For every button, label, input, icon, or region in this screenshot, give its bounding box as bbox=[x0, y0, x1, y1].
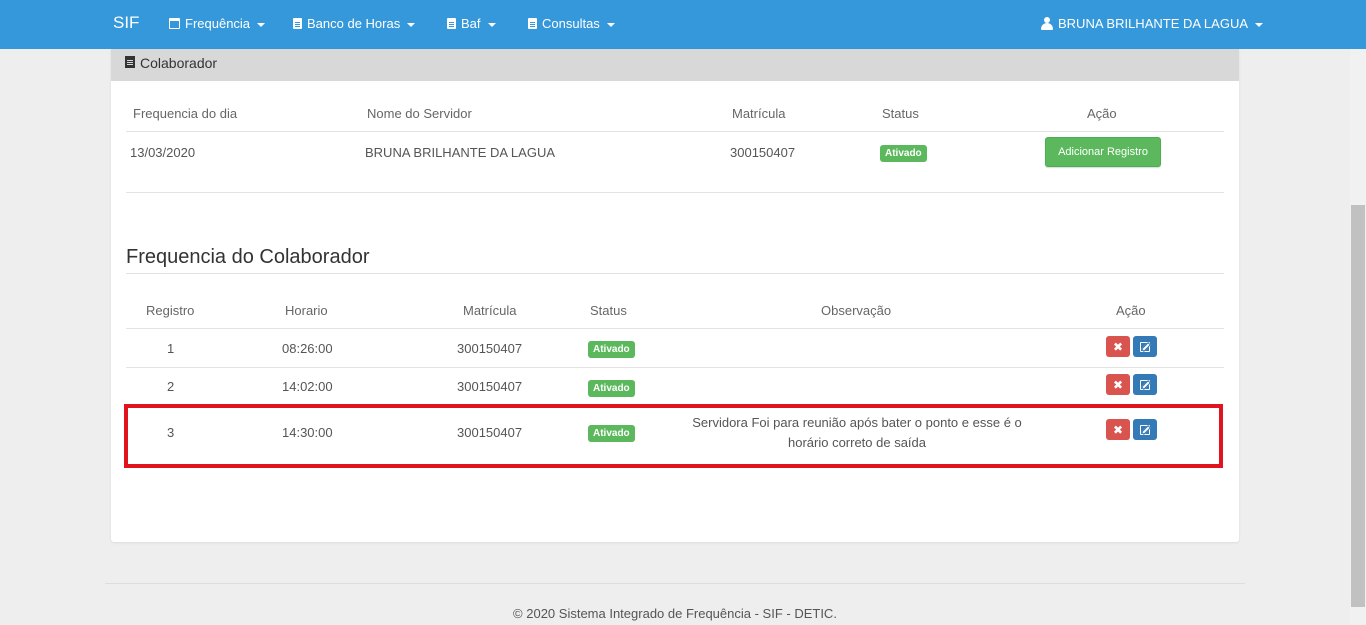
calendar-icon bbox=[169, 18, 180, 29]
cell-registro: 1 bbox=[167, 341, 175, 356]
edit-button[interactable] bbox=[1133, 374, 1157, 395]
th-status: Status bbox=[590, 303, 627, 318]
user-name: BRUNA BRILHANTE DA LAGUA bbox=[1058, 16, 1248, 31]
nav-frequencia-label: Frequência bbox=[185, 16, 251, 31]
divider bbox=[126, 367, 1224, 368]
edit-icon bbox=[1140, 379, 1150, 390]
caret-down-icon bbox=[606, 22, 615, 27]
caret-down-icon bbox=[407, 22, 416, 27]
status-badge: Ativado bbox=[880, 145, 927, 162]
nav-frequencia[interactable]: Frequência bbox=[169, 16, 266, 31]
delete-button[interactable]: ✖ bbox=[1106, 374, 1130, 395]
status-badge: Ativado bbox=[588, 380, 635, 397]
user-icon bbox=[1041, 17, 1053, 30]
colaborador-panel: Colaborador Frequencia do dia Nome do Se… bbox=[111, 49, 1239, 542]
caret-down-icon bbox=[487, 22, 496, 27]
panel-title: Colaborador bbox=[140, 55, 218, 71]
footer-text: © 2020 Sistema Integrado de Frequência -… bbox=[513, 606, 837, 621]
th-horario: Horario bbox=[285, 303, 328, 318]
edit-button[interactable] bbox=[1133, 336, 1157, 357]
th-acao: Ação bbox=[1087, 106, 1117, 121]
cell-matricula: 300150407 bbox=[457, 379, 523, 394]
highlight-box bbox=[124, 404, 1223, 468]
top-navbar: SIF Frequência Banco de Horas Baf Consul… bbox=[0, 0, 1366, 49]
divider bbox=[126, 328, 1224, 329]
section-title: Frequencia do Colaborador bbox=[126, 246, 370, 268]
edit-icon bbox=[1140, 341, 1150, 352]
nav-baf-label: Baf bbox=[461, 16, 481, 31]
cell-horario: 08:26:00 bbox=[282, 341, 333, 356]
close-icon: ✖ bbox=[1112, 377, 1124, 392]
th-matricula: Matrícula bbox=[463, 303, 517, 318]
cell-matricula: 300150407 bbox=[457, 341, 523, 356]
divider bbox=[126, 192, 1224, 193]
th-observacao: Observação bbox=[821, 303, 892, 318]
scrollbar-thumb[interactable] bbox=[1351, 205, 1365, 607]
cell-horario: 14:02:00 bbox=[282, 379, 333, 394]
cell-registro: 2 bbox=[167, 379, 175, 394]
close-icon: ✖ bbox=[1112, 339, 1124, 354]
nav-baf[interactable]: Baf bbox=[447, 16, 496, 31]
th-frequencia-do-dia: Frequencia do dia bbox=[133, 106, 238, 121]
th-status: Status bbox=[882, 106, 919, 121]
caret-down-icon bbox=[1255, 22, 1263, 27]
document-icon bbox=[447, 18, 456, 29]
brand-link[interactable]: SIF bbox=[113, 13, 139, 33]
divider bbox=[126, 131, 1224, 132]
th-acao: Ação bbox=[1116, 303, 1146, 318]
caret-down-icon bbox=[257, 22, 266, 27]
panel-heading: Colaborador bbox=[111, 49, 1239, 81]
user-menu[interactable]: BRUNA BRILHANTE DA LAGUA bbox=[1041, 16, 1263, 31]
divider bbox=[126, 273, 1224, 274]
footer-divider bbox=[105, 583, 1245, 584]
th-nome-servidor: Nome do Servidor bbox=[367, 106, 472, 121]
document-icon bbox=[293, 18, 302, 29]
cell-name: BRUNA BRILHANTE DA LAGUA bbox=[365, 145, 555, 160]
th-registro: Registro bbox=[146, 303, 195, 318]
th-matricula: Matrícula bbox=[732, 106, 786, 121]
cell-date: 13/03/2020 bbox=[130, 145, 196, 160]
document-search-icon bbox=[528, 18, 537, 29]
cell-matricula: 300150407 bbox=[730, 145, 796, 160]
nav-consultas-label: Consultas bbox=[542, 16, 600, 31]
add-registro-button[interactable]: Adicionar Registro bbox=[1045, 137, 1161, 167]
nav-banco-label: Banco de Horas bbox=[307, 16, 401, 31]
nav-banco-de-horas[interactable]: Banco de Horas bbox=[293, 16, 416, 31]
delete-button[interactable]: ✖ bbox=[1106, 336, 1130, 357]
status-badge: Ativado bbox=[588, 341, 635, 358]
nav-consultas[interactable]: Consultas bbox=[528, 16, 615, 31]
document-icon bbox=[125, 56, 135, 68]
